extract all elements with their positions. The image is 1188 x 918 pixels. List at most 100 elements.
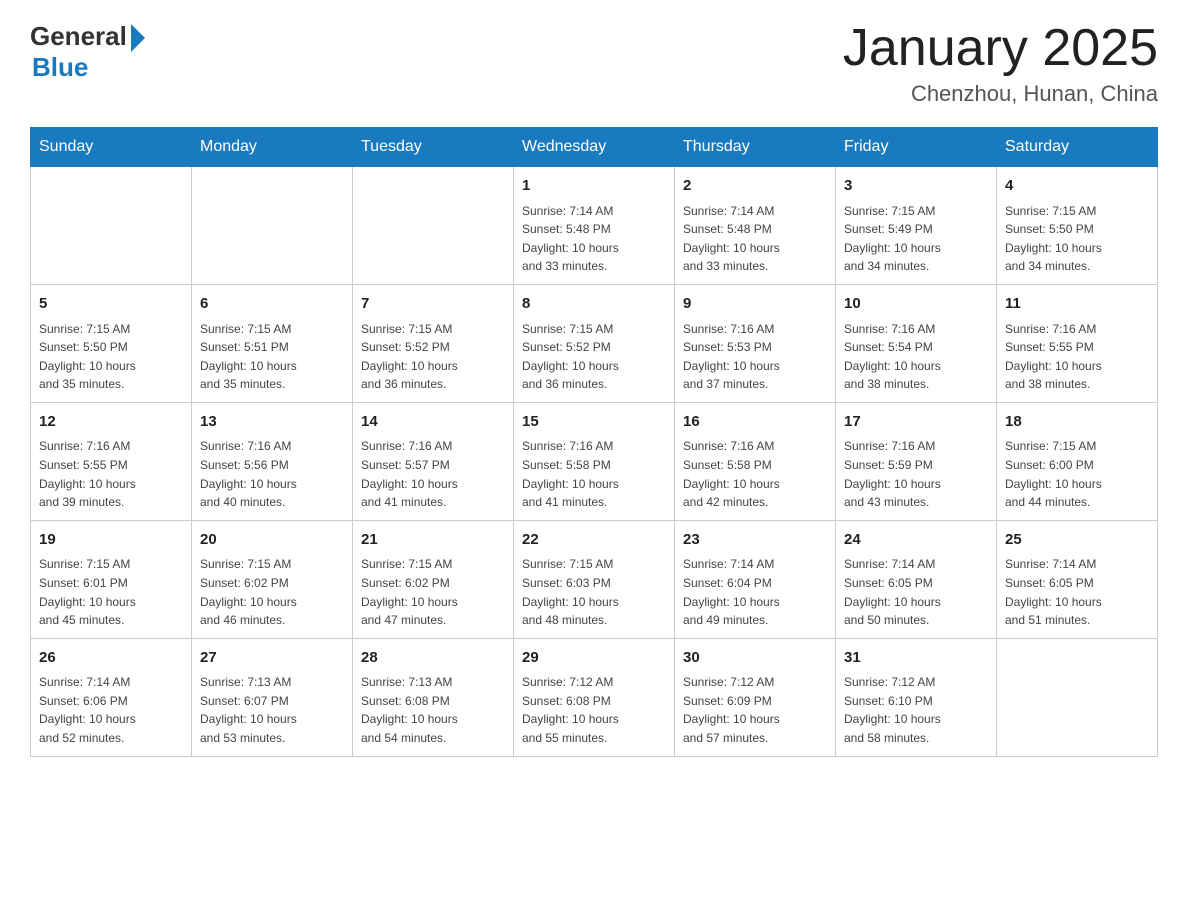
header-cell-friday: Friday xyxy=(836,128,997,167)
day-number: 5 xyxy=(39,293,183,316)
day-info: Sunrise: 7:14 AM Sunset: 5:48 PM Dayligh… xyxy=(683,202,827,276)
day-cell: 28Sunrise: 7:13 AM Sunset: 6:08 PM Dayli… xyxy=(353,638,514,756)
day-number: 15 xyxy=(522,411,666,434)
logo-general-text: General xyxy=(30,21,127,52)
day-info: Sunrise: 7:12 AM Sunset: 6:09 PM Dayligh… xyxy=(683,673,827,747)
day-number: 4 xyxy=(1005,175,1149,198)
day-cell: 15 Sunrise: 7:16 AM Sunset: 5:58 PM Dayli… xyxy=(514,402,675,520)
day-cell: 3 Sunrise: 7:15 AM Sunset: 5:49 PM Daylig… xyxy=(836,167,997,285)
day-info: Sunrise: 7:16 AM Sunset: 5:53 PM Dayligh… xyxy=(683,320,827,394)
day-info: Sunrise: 7:15 AM Sunset: 6:02 PM Dayligh… xyxy=(361,555,505,629)
day-info: Sunrise: 7:15 AM Sunset: 5:50 PM Dayligh… xyxy=(39,320,183,394)
header-cell-saturday: Saturday xyxy=(997,128,1158,167)
day-cell: 7 Sunrise: 7:15 AM Sunset: 5:52 PM Daylig… xyxy=(353,285,514,403)
month-title: January 2025 xyxy=(843,20,1158,77)
day-cell: 11Sunrise: 7:16 AM Sunset: 5:55 PM Dayli… xyxy=(997,285,1158,403)
day-cell: 25 Sunrise: 7:14 AM Sunset: 6:05 PM Dayli… xyxy=(997,520,1158,638)
day-cell xyxy=(192,167,353,285)
day-cell: 17Sunrise: 7:16 AM Sunset: 5:59 PM Dayli… xyxy=(836,402,997,520)
calendar-table: SundayMondayTuesdayWednesdayThursdayFrid… xyxy=(30,127,1158,756)
day-cell: 19 Sunrise: 7:15 AM Sunset: 6:01 PM Dayli… xyxy=(31,520,192,638)
page-header: General Blue January 2025 Chenzhou, Huna… xyxy=(30,20,1158,107)
week-row-5: 26 Sunrise: 7:14 AM Sunset: 6:06 PM Dayli… xyxy=(31,638,1158,756)
day-number: 1 xyxy=(522,175,666,198)
day-info: Sunrise: 7:13 AM Sunset: 6:07 PM Dayligh… xyxy=(200,673,344,747)
day-info: Sunrise: 7:15 AM Sunset: 5:52 PM Dayligh… xyxy=(522,320,666,394)
day-info: Sunrise: 7:14 AM Sunset: 6:04 PM Dayligh… xyxy=(683,555,827,629)
day-cell: 24 Sunrise: 7:14 AM Sunset: 6:05 PM Dayli… xyxy=(836,520,997,638)
day-number: 7 xyxy=(361,293,505,316)
day-info: Sunrise: 7:14 AM Sunset: 5:48 PM Dayligh… xyxy=(522,202,666,276)
day-number: 25 xyxy=(1005,529,1149,552)
day-info: Sunrise: 7:16 AM Sunset: 5:57 PM Dayligh… xyxy=(361,437,505,511)
day-number: 30 xyxy=(683,647,827,670)
day-info: Sunrise: 7:16 AM Sunset: 5:55 PM Dayligh… xyxy=(39,437,183,511)
day-info: Sunrise: 7:15 AM Sunset: 5:49 PM Dayligh… xyxy=(844,202,988,276)
header-cell-sunday: Sunday xyxy=(31,128,192,167)
day-number: 6 xyxy=(200,293,344,316)
day-cell: 27 Sunrise: 7:13 AM Sunset: 6:07 PM Dayli… xyxy=(192,638,353,756)
day-cell xyxy=(353,167,514,285)
day-cell: 2 Sunrise: 7:14 AM Sunset: 5:48 PM Daylig… xyxy=(675,167,836,285)
day-info: Sunrise: 7:14 AM Sunset: 6:05 PM Dayligh… xyxy=(1005,555,1149,629)
week-row-2: 5 Sunrise: 7:15 AM Sunset: 5:50 PM Daylig… xyxy=(31,285,1158,403)
day-info: Sunrise: 7:14 AM Sunset: 6:05 PM Dayligh… xyxy=(844,555,988,629)
day-number: 2 xyxy=(683,175,827,198)
day-cell: 23 Sunrise: 7:14 AM Sunset: 6:04 PM Dayli… xyxy=(675,520,836,638)
logo: General Blue xyxy=(30,20,145,83)
day-info: Sunrise: 7:15 AM Sunset: 6:01 PM Dayligh… xyxy=(39,555,183,629)
day-cell: 12 Sunrise: 7:16 AM Sunset: 5:55 PM Dayli… xyxy=(31,402,192,520)
day-number: 20 xyxy=(200,529,344,552)
day-number: 29 xyxy=(522,647,666,670)
day-number: 8 xyxy=(522,293,666,316)
day-info: Sunrise: 7:15 AM Sunset: 6:03 PM Dayligh… xyxy=(522,555,666,629)
day-info: Sunrise: 7:15 AM Sunset: 6:02 PM Dayligh… xyxy=(200,555,344,629)
day-number: 12 xyxy=(39,411,183,434)
title-block: January 2025 Chenzhou, Hunan, China xyxy=(843,20,1158,107)
day-info: Sunrise: 7:14 AM Sunset: 6:06 PM Dayligh… xyxy=(39,673,183,747)
day-number: 10 xyxy=(844,293,988,316)
day-info: Sunrise: 7:12 AM Sunset: 6:08 PM Dayligh… xyxy=(522,673,666,747)
day-cell: 30 Sunrise: 7:12 AM Sunset: 6:09 PM Dayli… xyxy=(675,638,836,756)
day-info: Sunrise: 7:16 AM Sunset: 5:56 PM Dayligh… xyxy=(200,437,344,511)
day-info: Sunrise: 7:15 AM Sunset: 5:51 PM Dayligh… xyxy=(200,320,344,394)
day-cell: 20 Sunrise: 7:15 AM Sunset: 6:02 PM Dayli… xyxy=(192,520,353,638)
day-info: Sunrise: 7:16 AM Sunset: 5:54 PM Dayligh… xyxy=(844,320,988,394)
day-number: 22 xyxy=(522,529,666,552)
week-row-3: 12 Sunrise: 7:16 AM Sunset: 5:55 PM Dayli… xyxy=(31,402,1158,520)
day-number: 3 xyxy=(844,175,988,198)
day-cell: 31Sunrise: 7:12 AM Sunset: 6:10 PM Dayli… xyxy=(836,638,997,756)
day-number: 17 xyxy=(844,411,988,434)
day-cell: 5 Sunrise: 7:15 AM Sunset: 5:50 PM Daylig… xyxy=(31,285,192,403)
day-info: Sunrise: 7:16 AM Sunset: 5:58 PM Dayligh… xyxy=(522,437,666,511)
day-number: 24 xyxy=(844,529,988,552)
day-info: Sunrise: 7:16 AM Sunset: 5:55 PM Dayligh… xyxy=(1005,320,1149,394)
day-cell: 14Sunrise: 7:16 AM Sunset: 5:57 PM Dayli… xyxy=(353,402,514,520)
day-cell: 8 Sunrise: 7:15 AM Sunset: 5:52 PM Daylig… xyxy=(514,285,675,403)
day-cell: 22 Sunrise: 7:15 AM Sunset: 6:03 PM Dayli… xyxy=(514,520,675,638)
logo-arrow-icon xyxy=(131,24,145,52)
day-number: 27 xyxy=(200,647,344,670)
day-cell: 6 Sunrise: 7:15 AM Sunset: 5:51 PM Daylig… xyxy=(192,285,353,403)
day-cell xyxy=(31,167,192,285)
day-number: 16 xyxy=(683,411,827,434)
week-row-1: 1 Sunrise: 7:14 AM Sunset: 5:48 PM Daylig… xyxy=(31,167,1158,285)
day-number: 23 xyxy=(683,529,827,552)
day-number: 9 xyxy=(683,293,827,316)
day-cell: 21 Sunrise: 7:15 AM Sunset: 6:02 PM Dayli… xyxy=(353,520,514,638)
header-row: SundayMondayTuesdayWednesdayThursdayFrid… xyxy=(31,128,1158,167)
header-cell-thursday: Thursday xyxy=(675,128,836,167)
day-number: 19 xyxy=(39,529,183,552)
day-cell: 29 Sunrise: 7:12 AM Sunset: 6:08 PM Dayli… xyxy=(514,638,675,756)
day-cell: 16Sunrise: 7:16 AM Sunset: 5:58 PM Dayli… xyxy=(675,402,836,520)
day-number: 26 xyxy=(39,647,183,670)
day-info: Sunrise: 7:15 AM Sunset: 5:52 PM Dayligh… xyxy=(361,320,505,394)
day-cell: 18Sunrise: 7:15 AM Sunset: 6:00 PM Dayli… xyxy=(997,402,1158,520)
header-cell-monday: Monday xyxy=(192,128,353,167)
day-cell: 4Sunrise: 7:15 AM Sunset: 5:50 PM Daylig… xyxy=(997,167,1158,285)
day-cell xyxy=(997,638,1158,756)
day-number: 21 xyxy=(361,529,505,552)
day-info: Sunrise: 7:12 AM Sunset: 6:10 PM Dayligh… xyxy=(844,673,988,747)
location-text: Chenzhou, Hunan, China xyxy=(843,81,1158,107)
day-info: Sunrise: 7:13 AM Sunset: 6:08 PM Dayligh… xyxy=(361,673,505,747)
